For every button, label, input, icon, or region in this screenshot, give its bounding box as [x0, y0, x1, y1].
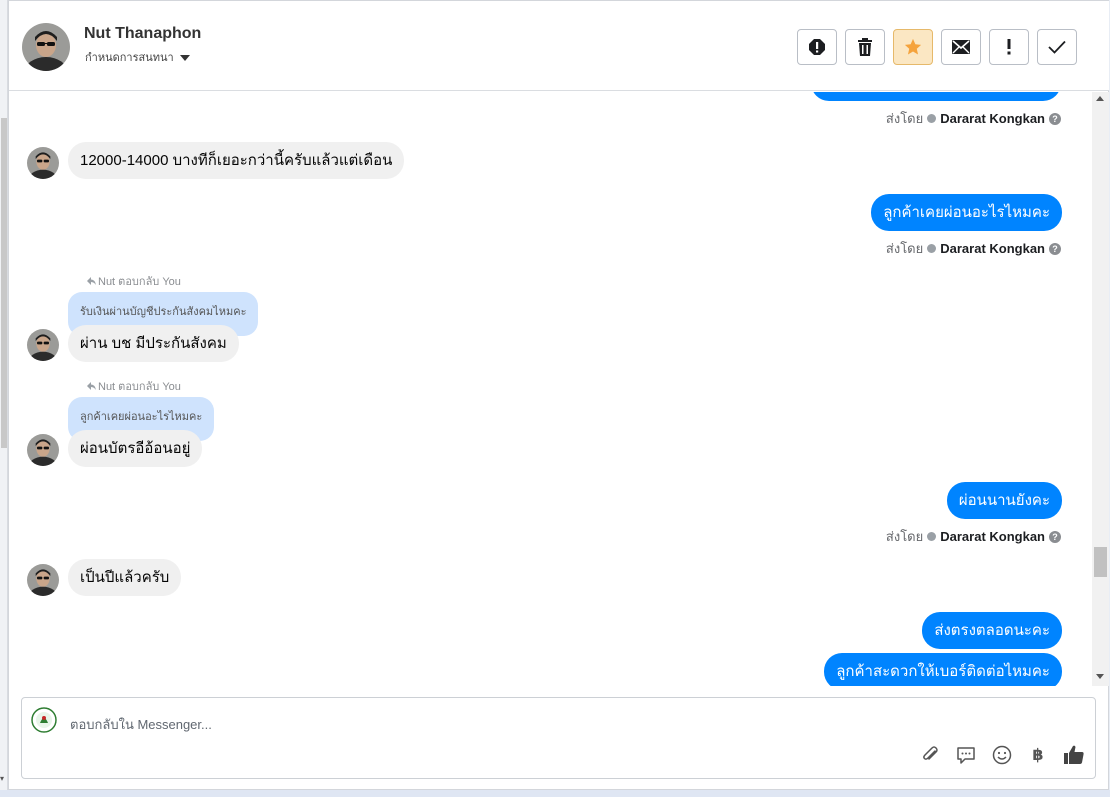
help-icon[interactable]: ?: [1049, 530, 1061, 543]
chat-bubble-icon: [957, 747, 975, 764]
outer-scroll-down-arrow[interactable]: ▾: [0, 774, 4, 783]
conversation-status-dropdown[interactable]: กำหนดการสนทนา: [85, 48, 190, 66]
sent-by-label: ส่งโดย: [885, 241, 924, 256]
reply-label-text: Nut ตอบกลับ You: [98, 276, 181, 288]
message-thread[interactable]: ส่งโดย Dararat Kongkan ? 12000-14000 บาง…: [9, 92, 1109, 686]
agent-dot-icon: [927, 114, 937, 123]
sent-by-name[interactable]: Dararat Kongkan: [940, 111, 1045, 126]
mark-unread-button[interactable]: [941, 29, 981, 65]
conversation-status-label: กำหนดการสนทนา: [85, 52, 174, 64]
chevron-down-icon: [179, 54, 190, 61]
report-icon: [809, 39, 825, 55]
conversation-header: Nut Thanaphon กำหนดการสนทนา: [9, 1, 1109, 91]
help-icon[interactable]: ?: [1049, 112, 1061, 125]
contact-avatar-small[interactable]: [27, 329, 59, 361]
incoming-message[interactable]: ผ่าน บช มีประกันสังคม: [68, 325, 239, 362]
attach-button[interactable]: [919, 744, 941, 766]
sent-by-row: ส่งโดย Dararat Kongkan ?: [886, 526, 1061, 547]
contact-avatar-small[interactable]: [27, 434, 59, 466]
contact-avatar-small[interactable]: [27, 564, 59, 596]
reply-label: Nut ตอบกลับ You: [87, 272, 181, 290]
outer-scrollbar-thumb[interactable]: [1, 118, 7, 448]
scroll-up-arrow[interactable]: [1096, 96, 1104, 101]
thread-scrollbar-thumb[interactable]: [1094, 547, 1107, 577]
sent-by-name[interactable]: Dararat Kongkan: [940, 241, 1045, 256]
reply-label: Nut ตอบกลับ You: [87, 377, 181, 395]
scroll-down-arrow[interactable]: [1096, 674, 1104, 679]
paperclip-icon: [923, 746, 938, 760]
sent-by-row: ส่งโดย Dararat Kongkan ?: [886, 238, 1061, 259]
conversation-actions: [797, 29, 1077, 65]
follow-up-button[interactable]: [989, 29, 1029, 65]
bottom-strip: [0, 790, 1110, 797]
reply-label-text: Nut ตอบกลับ You: [98, 381, 181, 393]
outgoing-message[interactable]: ลูกค้าเคยผ่อนอะไรไหมคะ: [871, 194, 1062, 231]
reply-arrow-icon: [87, 277, 96, 285]
agent-dot-icon: [927, 532, 937, 541]
like-button[interactable]: [1063, 744, 1085, 766]
mark-done-button[interactable]: [1037, 29, 1077, 65]
sent-by-name[interactable]: Dararat Kongkan: [940, 529, 1045, 544]
message-composer[interactable]: ตอบกลับใน Messenger... ฿: [21, 697, 1096, 779]
reply-input[interactable]: ตอบกลับใน Messenger...: [70, 714, 212, 735]
mail-icon: [952, 40, 970, 54]
outgoing-message-partial[interactable]: [811, 92, 1061, 101]
baht-icon: ฿: [1032, 747, 1044, 764]
incoming-message[interactable]: เป็นปีแล้วครับ: [68, 559, 182, 596]
conversation-panel: Nut Thanaphon กำหนดการสนทนา ส่งโดย Darar…: [8, 0, 1109, 790]
composer-tools: ฿: [919, 744, 1085, 766]
sent-by-row: ส่งโดย Dararat Kongkan ?: [886, 108, 1061, 129]
contact-name[interactable]: Nut Thanaphon: [84, 25, 201, 43]
reply-arrow-icon: [87, 382, 96, 390]
thread-scrollbar[interactable]: [1092, 92, 1109, 686]
trash-icon: [858, 38, 872, 56]
sent-by-label: ส่งโดย: [885, 111, 924, 126]
thumbs-up-icon: [1064, 745, 1084, 764]
emoji-icon: [992, 745, 1012, 765]
incoming-message[interactable]: ผ่อนบัตรอีอ้อนอยู่: [68, 430, 203, 467]
check-icon: [1048, 40, 1066, 54]
page-logo-avatar: [31, 707, 57, 733]
contact-avatar[interactable]: [22, 23, 70, 71]
payment-button[interactable]: ฿: [1027, 744, 1049, 766]
star-icon: [904, 38, 922, 55]
sent-by-label: ส่งโดย: [885, 529, 924, 544]
saved-replies-button[interactable]: [955, 744, 977, 766]
outer-scrollbar[interactable]: ▾: [0, 0, 8, 797]
outgoing-message[interactable]: ลูกค้าสะดวกให้เบอร์ติดต่อไหมคะ: [824, 653, 1062, 686]
incoming-message[interactable]: 12000-14000 บางทีก็เยอะกว่านี้ครับแล้วแต…: [68, 142, 405, 179]
delete-button[interactable]: [845, 29, 885, 65]
report-spam-button[interactable]: [797, 29, 837, 65]
outgoing-message[interactable]: ส่งตรงตลอดนะคะ: [922, 612, 1062, 649]
contact-avatar-small[interactable]: [27, 147, 59, 179]
star-button[interactable]: [893, 29, 933, 65]
emoji-button[interactable]: [991, 744, 1013, 766]
agent-dot-icon: [927, 244, 937, 253]
important-icon: [1007, 39, 1011, 55]
outgoing-message[interactable]: ผ่อนนานยังคะ: [946, 482, 1062, 519]
help-icon[interactable]: ?: [1049, 242, 1061, 255]
